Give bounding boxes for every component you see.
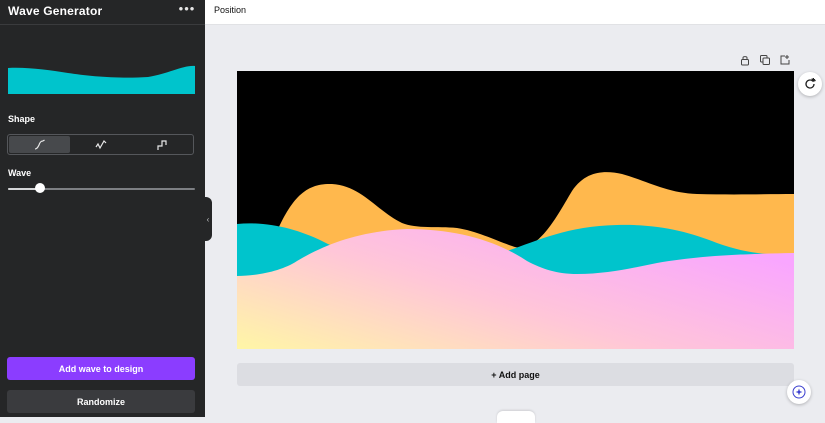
randomize-button[interactable]: Randomize (7, 390, 195, 413)
shape-selector (7, 134, 194, 155)
top-toolbar: Position (205, 0, 825, 25)
shape-label: Shape (8, 114, 36, 124)
magic-assistant-button[interactable] (787, 380, 811, 404)
lock-icon[interactable] (739, 54, 751, 66)
wave-label: Wave (8, 168, 32, 178)
shape-option-smooth[interactable] (9, 136, 70, 153)
duplicate-page-icon[interactable] (759, 54, 771, 66)
panel-divider (0, 24, 205, 25)
step-wave-icon (156, 139, 167, 150)
refresh-button[interactable] (798, 72, 822, 96)
peak-wave-icon (95, 139, 106, 149)
add-wave-button[interactable]: Add wave to design (7, 357, 195, 380)
add-page-icon[interactable] (779, 54, 791, 66)
add-page-button[interactable]: + Add page (237, 363, 794, 386)
smooth-wave-icon (34, 139, 45, 150)
wave-artwork (237, 71, 794, 349)
more-options-icon[interactable]: ••• (178, 2, 196, 18)
refresh-icon (805, 78, 816, 89)
wave-generator-panel: Wave Generator ••• Shape Wave Add wave t… (0, 0, 205, 417)
shape-option-peak[interactable] (70, 136, 131, 153)
collapse-panel-handle[interactable]: ‹ (204, 197, 212, 241)
magic-sparkle-icon (792, 385, 806, 399)
wave-preview-shape (8, 65, 195, 94)
panel-title: Wave Generator (8, 4, 103, 18)
design-page[interactable] (237, 71, 794, 349)
shape-option-step[interactable] (131, 136, 192, 153)
page-navigator-toggle[interactable] (497, 411, 535, 423)
position-button[interactable]: Position (214, 5, 246, 15)
wave-preview (8, 65, 195, 94)
wave-slider[interactable] (8, 183, 195, 193)
wave-slider-thumb[interactable] (34, 183, 45, 193)
